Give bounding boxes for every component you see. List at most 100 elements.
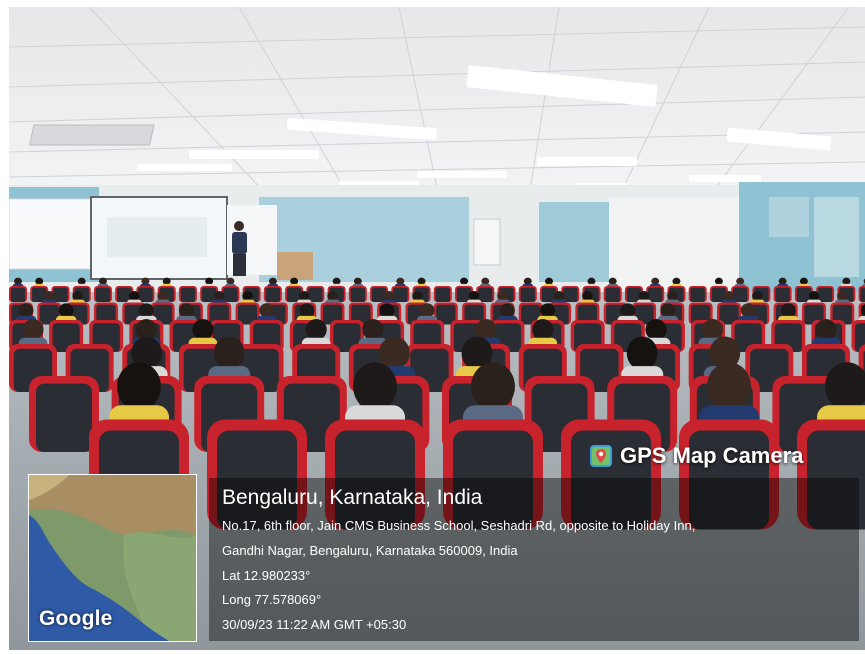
seat-back — [223, 287, 238, 302]
audience-head — [808, 291, 820, 301]
audience-head — [77, 277, 86, 285]
audience-head — [660, 303, 676, 318]
audience-head — [305, 319, 327, 341]
audience-head — [778, 277, 787, 285]
audience-head — [268, 277, 277, 285]
seat — [433, 286, 452, 302]
audience-head — [99, 277, 107, 285]
location-info-panel: Bengaluru, Karnataka, India No.17, 6th f… — [209, 478, 859, 641]
audience-head — [837, 291, 848, 301]
audience-head — [299, 303, 315, 318]
seat — [816, 286, 835, 302]
audience-head — [667, 291, 678, 301]
address-line-1: No.17, 6th floor, Jain CMS Business Scho… — [222, 518, 696, 533]
audience-head — [44, 291, 55, 301]
seat-back — [478, 287, 493, 302]
audience-head — [22, 319, 44, 341]
audience-head — [460, 277, 469, 285]
audience-head — [723, 291, 735, 301]
seat-back — [860, 287, 865, 302]
longitude-readout: Long 77.578069° — [222, 592, 322, 607]
seat-back — [180, 287, 196, 302]
audience-head — [18, 303, 34, 318]
audience-head — [714, 277, 723, 285]
audience-head — [141, 277, 150, 285]
seat-back — [520, 287, 535, 302]
seat — [688, 286, 707, 302]
seat-back — [563, 287, 578, 302]
audience-head — [213, 336, 245, 370]
seat-back — [138, 287, 153, 302]
audience-head — [117, 362, 161, 411]
seat-back — [690, 287, 705, 302]
seat-back — [435, 287, 450, 302]
audience-head — [499, 303, 515, 318]
gps-map-camera-badge: GPS Map Camera — [589, 441, 855, 471]
seat — [561, 286, 580, 302]
audience-head — [740, 303, 756, 318]
audience-head — [298, 291, 310, 301]
location-map-thumbnail: Google — [28, 474, 197, 642]
seat-back — [393, 287, 408, 302]
audience-head — [672, 277, 681, 285]
google-logo: Google — [39, 607, 113, 630]
camera-app-label: GPS Map Camera — [620, 443, 804, 468]
audience-head — [468, 291, 480, 301]
seat-back — [775, 287, 790, 302]
audience-head — [14, 277, 22, 285]
seat-back — [265, 287, 281, 302]
audience-head — [471, 362, 515, 411]
audience-head — [780, 303, 796, 318]
audience-head — [608, 277, 617, 285]
audience-head — [545, 277, 553, 285]
place-title: Bengaluru, Karnataka, India — [222, 486, 483, 509]
audience-head — [736, 277, 745, 285]
audience-head — [815, 319, 837, 341]
audience-head — [58, 303, 74, 318]
audience-head — [157, 291, 168, 301]
audience-head — [72, 291, 83, 301]
podium — [277, 252, 313, 280]
seat-back — [95, 287, 111, 302]
audience-head — [138, 303, 154, 318]
audience-head — [702, 319, 724, 341]
audience-head — [553, 291, 565, 301]
seat-back — [308, 287, 323, 302]
audience-head — [645, 319, 667, 341]
audience-head — [379, 303, 395, 318]
audience-head — [582, 291, 593, 301]
audience-head — [332, 277, 341, 285]
audience-head — [242, 291, 253, 301]
audience-head — [226, 277, 235, 285]
audience-head — [353, 277, 362, 285]
audience-head — [192, 319, 214, 341]
seat — [51, 286, 70, 302]
audience-head — [419, 303, 435, 318]
ac-vent — [29, 124, 155, 146]
audience-head — [497, 291, 508, 301]
projection-screen-left — [9, 198, 92, 270]
audience-head — [707, 362, 751, 411]
audience-head — [587, 277, 596, 285]
audience-head — [626, 336, 658, 370]
audience-head — [752, 291, 763, 301]
audience-head — [396, 277, 405, 285]
audience-head — [213, 291, 225, 301]
audience-head — [523, 277, 532, 285]
audience-head — [353, 362, 397, 411]
seat-back — [732, 287, 748, 302]
audience-head — [620, 303, 636, 318]
audience-head — [417, 277, 426, 285]
audience-head — [799, 277, 808, 285]
audience-head — [638, 291, 650, 301]
audience-head — [327, 291, 338, 301]
seat-back — [648, 287, 663, 302]
seat-back — [36, 383, 92, 452]
seat-back — [817, 287, 833, 302]
audience-head — [383, 291, 395, 301]
audience-head — [481, 277, 490, 285]
seat-back — [350, 287, 366, 302]
audience-head — [842, 277, 851, 285]
audience-head — [129, 291, 140, 301]
audience-head — [362, 319, 384, 341]
